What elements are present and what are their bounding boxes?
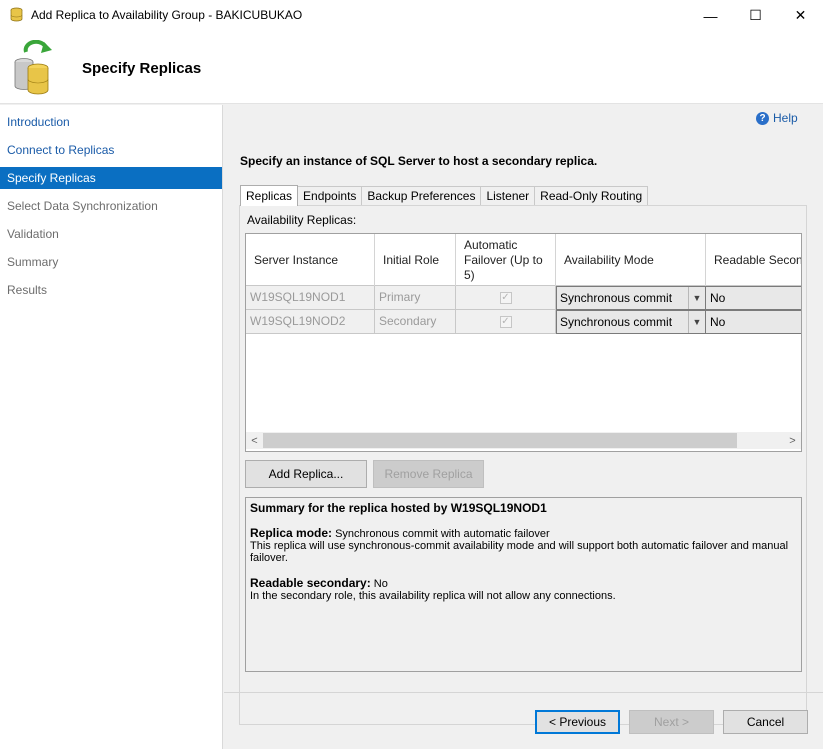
tab-listener[interactable]: Listener <box>480 186 536 206</box>
instruction-text: Specify an instance of SQL Server to hos… <box>240 154 598 168</box>
tab-read-only-routing[interactable]: Read-Only Routing <box>534 186 649 206</box>
sidebar-item-specify-replicas[interactable]: Specify Replicas <box>0 167 222 189</box>
replica-mode-section: Replica mode: Synchronous commit with au… <box>250 527 797 564</box>
tab-strip: Replicas Endpoints Backup Preferences Li… <box>240 185 649 206</box>
availability-mode-value: Synchronous commit <box>560 291 673 305</box>
cell-automatic-failover: ✓ <box>456 286 556 310</box>
sidebar-item-validation: Validation <box>7 227 59 241</box>
cell-initial-role: Primary <box>375 286 456 310</box>
chevron-down-icon[interactable]: ▼ <box>688 311 705 333</box>
sidebar-item-connect-to-replicas[interactable]: Connect to Replicas <box>0 139 222 161</box>
summary-title: Summary for the replica hosted by W19SQL… <box>250 501 547 515</box>
cell-server-instance: W19SQL19NOD2 <box>246 310 375 334</box>
cell-initial-role: Secondary <box>375 310 456 334</box>
chevron-down-icon[interactable]: ▼ <box>688 287 705 309</box>
grid-header: Server Instance Initial Role Automatic F… <box>246 234 801 286</box>
title-bar: Add Replica to Availability Group - BAKI… <box>0 0 823 31</box>
help-link[interactable]: ? Help <box>756 111 798 125</box>
page-title: Specify Replicas <box>82 60 202 77</box>
cell-automatic-failover: ✓ <box>456 310 556 334</box>
wizard-sidebar: Introduction Connect to Replicas Specify… <box>0 105 223 749</box>
scroll-left-icon[interactable]: < <box>246 432 263 449</box>
sidebar-item-results: Results <box>7 283 48 297</box>
tab-backup-preferences[interactable]: Backup Preferences <box>361 186 482 206</box>
next-button: Next > <box>629 710 714 734</box>
readable-secondary-label: Readable secondary: <box>250 576 371 590</box>
tab-replicas[interactable]: Replicas <box>240 185 299 206</box>
availability-replicas-label: Availability Replicas: <box>247 213 357 227</box>
table-row[interactable]: W19SQL19NOD2 Secondary ✓ Synchronous com… <box>246 310 801 334</box>
window-title: Add Replica to Availability Group - BAKI… <box>31 8 303 22</box>
column-availability-mode[interactable]: Availability Mode <box>556 234 706 286</box>
tab-endpoints[interactable]: Endpoints <box>297 186 363 206</box>
failover-checkbox: ✓ <box>499 315 512 328</box>
app-icon <box>10 7 23 22</box>
previous-button[interactable]: < Previous <box>535 710 620 734</box>
horizontal-scrollbar[interactable]: < > <box>246 432 801 449</box>
availability-replicas-grid: Server Instance Initial Role Automatic F… <box>245 233 802 452</box>
readable-secondary-description: In the secondary role, this availability… <box>250 590 616 602</box>
replicas-tab-panel: Availability Replicas: Server Instance I… <box>239 205 807 725</box>
column-initial-role[interactable]: Initial Role <box>375 234 456 286</box>
sidebar-item-select-data-synchronization: Select Data Synchronization <box>7 199 158 213</box>
add-replica-button[interactable]: Add Replica... <box>245 460 367 488</box>
replica-mode-label: Replica mode: <box>250 526 333 540</box>
scroll-right-icon[interactable]: > <box>784 432 801 449</box>
maximize-button[interactable]: ☐ <box>733 0 778 31</box>
sidebar-item-introduction[interactable]: Introduction <box>0 111 222 133</box>
replica-summary-panel: Summary for the replica hosted by W19SQL… <box>245 497 802 672</box>
availability-mode-value: Synchronous commit <box>560 315 673 329</box>
main-panel: ? Help Specify an instance of SQL Server… <box>224 105 823 749</box>
column-server-instance[interactable]: Server Instance <box>246 234 375 286</box>
availability-mode-dropdown[interactable]: Synchronous commit ▼ <box>556 286 706 310</box>
database-replica-icon <box>14 40 52 95</box>
minimize-button[interactable]: — <box>688 0 733 31</box>
cell-server-instance: W19SQL19NOD1 <box>246 286 375 310</box>
readable-secondary-value: No <box>370 578 388 590</box>
remove-replica-button: Remove Replica <box>373 460 484 488</box>
failover-checkbox: ✓ <box>499 291 512 304</box>
cancel-button[interactable]: Cancel <box>723 710 808 734</box>
table-row[interactable]: W19SQL19NOD1 Primary ✓ Synchronous commi… <box>246 286 801 310</box>
readable-secondary-dropdown[interactable]: No <box>706 286 801 310</box>
replica-mode-description: This replica will use synchronous-commit… <box>250 540 789 564</box>
page-header: Specify Replicas <box>0 31 823 104</box>
footer-divider <box>224 692 823 693</box>
availability-mode-dropdown[interactable]: Synchronous commit ▼ <box>556 310 706 334</box>
help-icon: ? <box>756 111 769 125</box>
readable-secondary-dropdown[interactable]: No <box>706 310 801 334</box>
close-button[interactable]: ✕ <box>778 0 823 31</box>
replica-mode-value: Synchronous commit with automatic failov… <box>332 528 550 540</box>
scrollbar-thumb[interactable] <box>263 433 737 448</box>
readable-secondary-section: Readable secondary: No In the secondary … <box>250 577 797 602</box>
column-readable-secondary[interactable]: Readable Secondary <box>706 234 801 286</box>
sidebar-item-summary: Summary <box>7 255 59 269</box>
column-automatic-failover[interactable]: Automatic Failover (Up to 5) <box>456 234 556 286</box>
help-label: Help <box>773 111 798 125</box>
